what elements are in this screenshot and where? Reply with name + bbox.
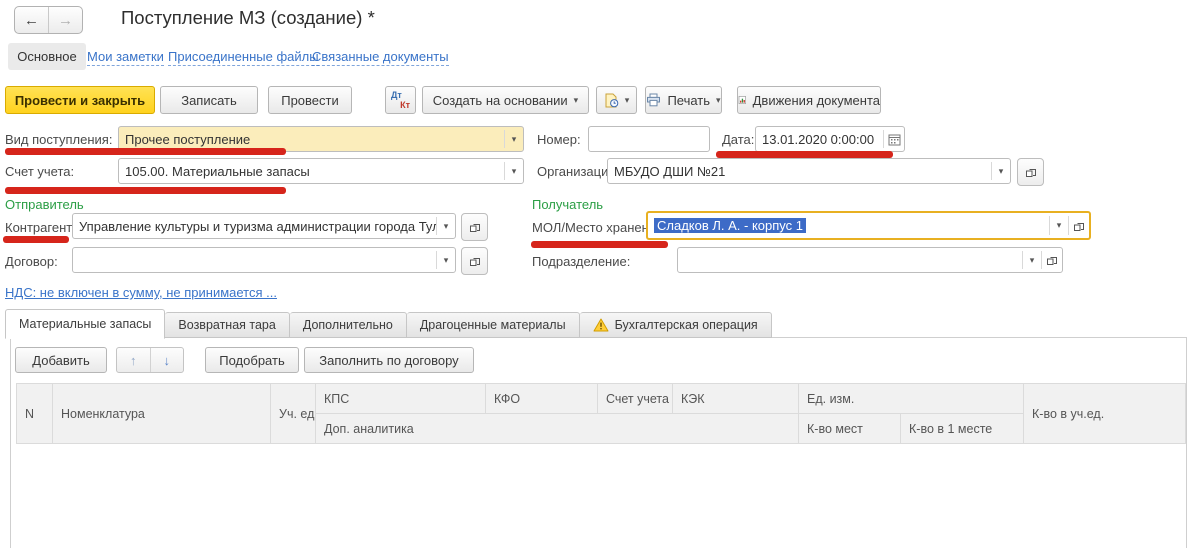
annotation-underline-receipt-type [5,148,286,155]
number-field[interactable] [588,126,710,152]
department-label: Подразделение: [532,254,630,269]
annotation-underline-mol [531,241,668,248]
col-header-dop-analytics: Доп. аналитика [316,414,799,444]
forward-arrow-icon: → [58,12,73,29]
open-icon [1025,166,1037,178]
annotation-underline-account [5,187,286,194]
annotation-underline-date [716,151,893,158]
col-header-uch-ed: Уч. ед. [271,384,316,444]
back-button[interactable]: ← [15,7,49,33]
number-label: Номер: [537,132,581,147]
move-up-button[interactable]: ↑ [117,348,151,372]
move-row-buttons: ↑ ↓ [116,347,184,373]
tab-precious-materials[interactable]: Драгоценные материалы [407,312,580,338]
contract-label: Договор: [5,254,58,269]
tab-material-stocks[interactable]: Материальные запасы [5,309,165,339]
material-stocks-panel: Добавить ↑ ↓ Подобрать Заполнить по дого… [10,337,1187,548]
col-header-account: Счет учета [598,384,673,414]
mol-open-button[interactable] [1069,220,1089,232]
col-header-qty-uch-ed: К-во в уч.ед. [1024,384,1186,444]
create-based-on-button[interactable]: Создать на основании ▾ [422,86,589,114]
move-down-button[interactable]: ↓ [151,348,184,372]
open-icon [1046,254,1058,266]
arrow-down-icon: ↓ [164,353,171,368]
department-field[interactable]: ▾ [677,247,1063,273]
document-movements-button[interactable]: Движения документа [737,86,881,114]
nav-link-my-notes[interactable]: Мои заметки [87,49,164,66]
dtkt-button[interactable]: Дт Кт [385,86,416,114]
col-header-nomenclature: Номенклатура [53,384,271,444]
col-header-kek: КЭК [673,384,799,414]
post-and-close-button[interactable]: Провести и закрыть [5,86,155,114]
col-header-ed-izm: Ед. изм. [799,384,1024,414]
chevron-down-icon: ▾ [716,96,721,105]
receipt-type-label: Вид поступления: [5,132,112,147]
counterparty-open-button[interactable] [461,213,488,241]
arrow-up-icon: ↑ [130,353,137,368]
account-label: Счет учета: [5,164,74,179]
receiver-section-header: Получатель [532,197,603,212]
counterparty-field[interactable]: Управление культуры и туризма администра… [72,213,456,239]
scheduled-document-button[interactable]: ▾ [596,86,637,114]
date-label: Дата: [722,132,754,147]
col-header-qty-per-place: К-во в 1 месте [901,414,1024,444]
page-title: Поступление МЗ (создание) * [121,7,375,29]
add-row-button[interactable]: Добавить [15,347,107,373]
chevron-down-icon: ▾ [574,96,579,105]
print-button[interactable]: Печать ▾ [645,86,722,114]
department-open-button[interactable] [1042,254,1062,266]
dropdown-icon[interactable]: ▾ [505,134,523,145]
open-icon [469,255,481,267]
document-window: ← → Поступление МЗ (создание) * Основное… [0,0,1194,548]
selected-text: Сладков Л. А. - корпус 1 [654,218,806,233]
nav-link-attached-files[interactable]: Присоединенные файлы [168,49,319,66]
open-icon [469,221,481,233]
dropdown-icon[interactable]: ▾ [437,255,455,266]
dropdown-icon[interactable]: ▾ [1023,255,1041,266]
mol-storage-field[interactable]: Сладков Л. А. - корпус 1 ▾ [646,211,1091,240]
contract-field[interactable]: ▾ [72,247,456,273]
pick-button[interactable]: Подобрать [205,347,299,373]
kt-icon: Кт [400,100,410,110]
forward-button[interactable]: → [49,7,82,33]
date-field[interactable]: 13.01.2020 0:00:00 [755,126,905,152]
contract-open-button[interactable] [461,247,488,275]
col-header-kps: КПС [316,384,486,414]
annotation-underline-counterparty [3,236,69,243]
printer-icon [646,93,661,107]
dropdown-icon[interactable]: ▾ [437,221,455,232]
back-arrow-icon: ← [24,12,39,29]
nav-tab-main[interactable]: Основное [8,43,86,70]
chevron-down-icon: ▾ [625,96,630,105]
organization-open-button[interactable] [1017,158,1044,186]
vat-link[interactable]: НДС: не включен в сумму, не принимается … [5,285,277,300]
document-clock-icon [604,93,619,108]
movements-chart-icon [738,93,747,107]
dropdown-icon[interactable]: ▾ [1050,220,1068,231]
calendar-button[interactable] [884,133,904,146]
account-field[interactable]: 105.00. Материальные запасы ▾ [118,158,524,184]
dropdown-icon[interactable]: ▾ [992,166,1010,177]
document-tabs: Материальные запасы Возвратная тара Допо… [5,308,772,338]
sender-section-header: Отправитель [5,197,84,212]
warning-icon [593,318,609,332]
items-table: N Номенклатура Уч. ед. КПС КФО Счет учет… [16,383,1186,444]
tab-additional[interactable]: Дополнительно [290,312,407,338]
open-icon [1073,220,1085,232]
dropdown-icon[interactable]: ▾ [505,166,523,177]
col-header-n: N [17,384,53,444]
tab-returnable-packaging[interactable]: Возвратная тара [165,312,289,338]
nav-link-related-documents[interactable]: Связанные документы [312,49,449,66]
tab-accounting-operation[interactable]: Бухгалтерская операция [580,312,772,338]
post-button[interactable]: Провести [268,86,352,114]
fill-by-contract-button[interactable]: Заполнить по договору [304,347,474,373]
organization-field[interactable]: МБУДО ДШИ №21 ▾ [607,158,1011,184]
col-header-kfo: КФО [486,384,598,414]
counterparty-label: Контрагент: [5,220,76,235]
col-header-qty-places: К-во мест [799,414,901,444]
save-button[interactable]: Записать [160,86,258,114]
dt-icon: Дт [391,90,402,100]
calendar-icon [888,133,901,146]
history-nav: ← → [14,6,83,34]
